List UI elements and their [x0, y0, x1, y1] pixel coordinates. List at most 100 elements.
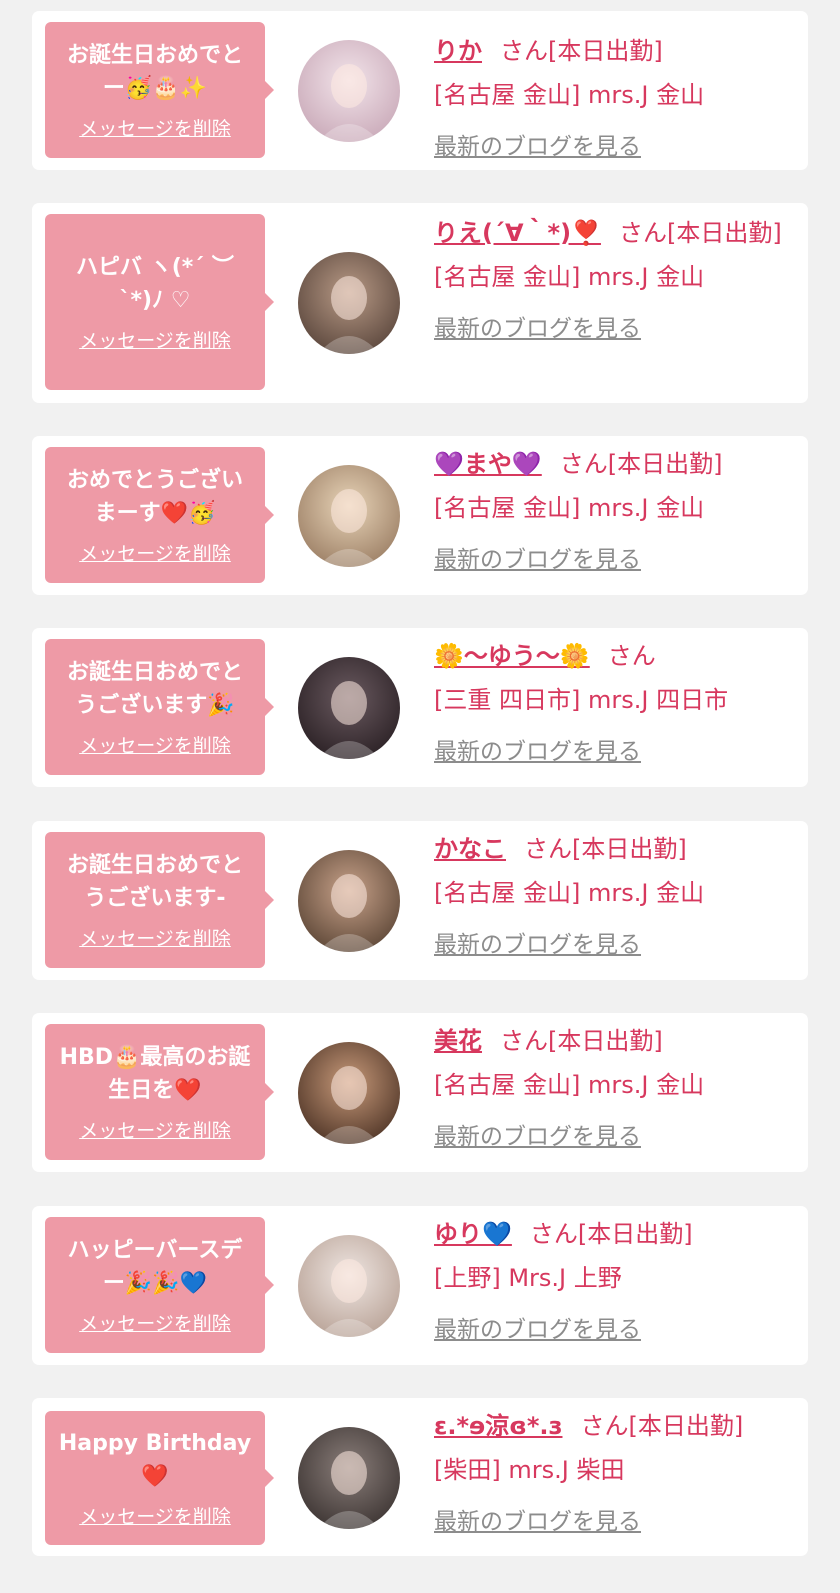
cast-info: 美花 さん[本日出勤] [名古屋 金山] mrs.J 金山 最新のブログを見る	[434, 1021, 784, 1157]
message-bubble: ハッピーバースデ ー🎉🎉💙 メッセージを削除	[45, 1217, 274, 1353]
work-status: [本日出勤]	[548, 37, 663, 65]
message-bubble: HBD🎂最高のお誕 生日を❤️ メッセージを削除	[45, 1024, 274, 1160]
shop-name: [名古屋 金山] mrs.J 金山	[434, 879, 705, 907]
cast-info: 💜まや💜 さん[本日出勤] [名古屋 金山] mrs.J 金山 最新のブログを見る	[434, 444, 784, 580]
avatar-photo-icon	[298, 40, 400, 142]
cast-name-link[interactable]: ε.*ɘ涼ɞ*.з	[434, 1412, 562, 1440]
message-card: お誕生日おめでと ー🥳🎂✨ メッセージを削除 りか さん[本日出勤] [名古屋 …	[32, 11, 808, 170]
cast-name-link[interactable]: かなこ	[434, 835, 506, 863]
message-card: お誕生日おめでと うございます🎉 メッセージを削除 🌼〜ゆう〜🌼 さん [三重 …	[32, 628, 808, 787]
work-status: [本日出勤]	[607, 450, 723, 478]
avatar-photo-icon	[298, 1042, 400, 1144]
delete-message-link[interactable]: メッセージを削除	[79, 734, 231, 758]
message-text: お誕生日おめでと うございます🎉	[66, 660, 243, 718]
cast-info: ゆり💙 さん[本日出勤] [上野] Mrs.J 上野 最新のブログを見る	[434, 1214, 784, 1350]
cast-heading: 🌼〜ゆう〜🌼 さん	[434, 636, 784, 676]
cast-name-link[interactable]: りか	[434, 37, 482, 65]
work-status: [本日出勤]	[666, 219, 782, 247]
shop-name: [三重 四日市] mrs.J 四日市	[434, 686, 729, 714]
cast-name-link[interactable]: りえ(´∀｀*)❣️	[434, 219, 601, 247]
message-bubble: お誕生日おめでと うございます🎉 メッセージを削除	[45, 639, 274, 775]
message-bubble: おめでとうござい まーす❤️🥳 メッセージを削除	[45, 447, 274, 583]
avatar-photo-icon	[298, 657, 400, 759]
latest-blog-link[interactable]: 最新のブログを見る	[434, 309, 784, 349]
cast-name-link[interactable]: 💜まや💜	[434, 450, 542, 478]
delete-message-link[interactable]: メッセージを削除	[79, 542, 231, 566]
delete-message-link[interactable]: メッセージを削除	[79, 329, 231, 353]
avatar[interactable]	[298, 40, 400, 142]
message-text: Happy Birthday❤️	[58, 1431, 252, 1489]
avatar[interactable]	[298, 850, 400, 952]
latest-blog-link[interactable]: 最新のブログを見る	[434, 1502, 784, 1542]
message-bubble: お誕生日おめでと うございます- メッセージを削除	[45, 832, 274, 968]
cast-info: かなこ さん[本日出勤] [名古屋 金山] mrs.J 金山 最新のブログを見る	[434, 829, 784, 965]
delete-message-link[interactable]: メッセージを削除	[79, 1119, 231, 1143]
avatar[interactable]	[298, 657, 400, 759]
avatar[interactable]	[298, 1042, 400, 1144]
message-text: HBD🎂最高のお誕 生日を❤️	[59, 1045, 251, 1103]
cast-info: りえ(´∀｀*)❣️ さん[本日出勤] [名古屋 金山] mrs.J 金山 最新の…	[434, 213, 784, 349]
cast-name-link[interactable]: ゆり💙	[434, 1220, 512, 1248]
work-status: [本日出勤]	[577, 1220, 693, 1248]
message-bubble: お誕生日おめでと ー🥳🎂✨ メッセージを削除	[45, 22, 274, 158]
avatar[interactable]	[298, 1235, 400, 1337]
avatar[interactable]	[298, 1427, 400, 1529]
message-card: Happy Birthday❤️ メッセージを削除 ε.*ɘ涼ɞ*.з さん[本日…	[32, 1398, 808, 1556]
avatar-photo-icon	[298, 465, 400, 567]
message-text: お誕生日おめでと うございます-	[66, 853, 243, 911]
cast-heading: ゆり💙 さん[本日出勤]	[434, 1214, 784, 1254]
avatar-photo-icon	[298, 252, 400, 354]
delete-message-link[interactable]: メッセージを削除	[79, 117, 231, 141]
latest-blog-link[interactable]: 最新のブログを見る	[434, 925, 784, 965]
delete-message-link[interactable]: メッセージを削除	[79, 1505, 231, 1529]
latest-blog-link[interactable]: 最新のブログを見る	[434, 540, 784, 580]
cast-name-link[interactable]: 美花	[434, 1027, 482, 1055]
message-card: ハッピーバースデ ー🎉🎉💙 メッセージを削除 ゆり💙 さん[本日出勤] [上野]…	[32, 1206, 808, 1365]
latest-blog-link[interactable]: 最新のブログを見る	[434, 1310, 784, 1350]
message-text: おめでとうござい まーす❤️🥳	[66, 468, 243, 526]
shop-name: [柴田] mrs.J 柴田	[434, 1456, 625, 1484]
work-status: [本日出勤]	[548, 1027, 663, 1055]
message-text: お誕生日おめでと ー🥳🎂✨	[66, 43, 243, 101]
cast-heading: りえ(´∀｀*)❣️ さん[本日出勤]	[434, 213, 784, 253]
honorific: さん	[529, 1220, 578, 1248]
message-bubble: Happy Birthday❤️ メッセージを削除	[45, 1411, 274, 1545]
shop-name: [名古屋 金山] mrs.J 金山	[434, 81, 705, 109]
shop-name: [名古屋 金山] mrs.J 金山	[434, 1071, 705, 1099]
cast-name-link[interactable]: 🌼〜ゆう〜🌼	[434, 642, 590, 670]
work-status: [本日出勤]	[628, 1412, 744, 1440]
message-card: おめでとうござい まーす❤️🥳 メッセージを削除 💜まや💜 さん[本日出勤] […	[32, 436, 808, 595]
cast-heading: りか さん[本日出勤]	[434, 31, 784, 71]
birthday-message-list: お誕生日おめでと ー🥳🎂✨ メッセージを削除 りか さん[本日出勤] [名古屋 …	[0, 0, 840, 1593]
honorific: さん	[607, 642, 656, 670]
cast-heading: ε.*ɘ涼ɞ*.з さん[本日出勤]	[434, 1406, 784, 1446]
cast-heading: 美花 さん[本日出勤]	[434, 1021, 784, 1061]
avatar[interactable]	[298, 465, 400, 567]
message-bubble: ハピバ ヽ(*´ ︶ `*)ﾉ ♡ メッセージを削除	[45, 214, 274, 390]
avatar[interactable]	[298, 252, 400, 354]
honorific: さん	[500, 1027, 548, 1055]
cast-info: りか さん[本日出勤] [名古屋 金山] mrs.J 金山 最新のブログを見る	[434, 31, 784, 167]
shop-name: [名古屋 金山] mrs.J 金山	[434, 494, 705, 522]
delete-message-link[interactable]: メッセージを削除	[79, 1312, 231, 1336]
honorific: さん	[500, 37, 548, 65]
avatar-photo-icon	[298, 1235, 400, 1337]
message-text: ハピバ ヽ(*´ ︶ `*)ﾉ ♡	[76, 255, 234, 313]
message-card: お誕生日おめでと うございます- メッセージを削除 かなこさん[本日出勤] [	[32, 821, 808, 980]
honorific: さん	[580, 1412, 629, 1440]
latest-blog-link[interactable]: 最新のブログを見る	[434, 1117, 784, 1157]
honorific: さん	[618, 219, 667, 247]
cast-info: 🌼〜ゆう〜🌼 さん [三重 四日市] mrs.J 四日市 最新のブログを見る	[434, 636, 784, 772]
latest-blog-link[interactable]: 最新のブログを見る	[434, 127, 784, 167]
avatar-photo-icon	[298, 1427, 400, 1529]
latest-blog-link[interactable]: 最新のブログを見る	[434, 732, 784, 772]
cast-heading: かなこ さん[本日出勤]	[434, 829, 784, 869]
shop-name: [名古屋 金山] mrs.J 金山	[434, 263, 705, 291]
message-text: ハッピーバースデ ー🎉🎉💙	[67, 1238, 243, 1296]
cast-info: ε.*ɘ涼ɞ*.з さん[本日出勤] [柴田] mrs.J 柴田 最新のブログを見…	[434, 1406, 784, 1542]
message-card: HBD🎂最高のお誕 生日を❤️ メッセージを削除 美花 さん[本日出勤] [名古…	[32, 1013, 808, 1172]
delete-message-link[interactable]: メッセージを削除	[79, 927, 231, 951]
cast-heading: 💜まや💜 さん[本日出勤]	[434, 444, 784, 484]
shop-name: [上野] Mrs.J 上野	[434, 1264, 622, 1292]
message-card: ハピバ ヽ(*´ ︶ `*)ﾉ ♡ メッセージを削除 りえ(´∀｀*)❣️ さん[…	[32, 203, 808, 403]
